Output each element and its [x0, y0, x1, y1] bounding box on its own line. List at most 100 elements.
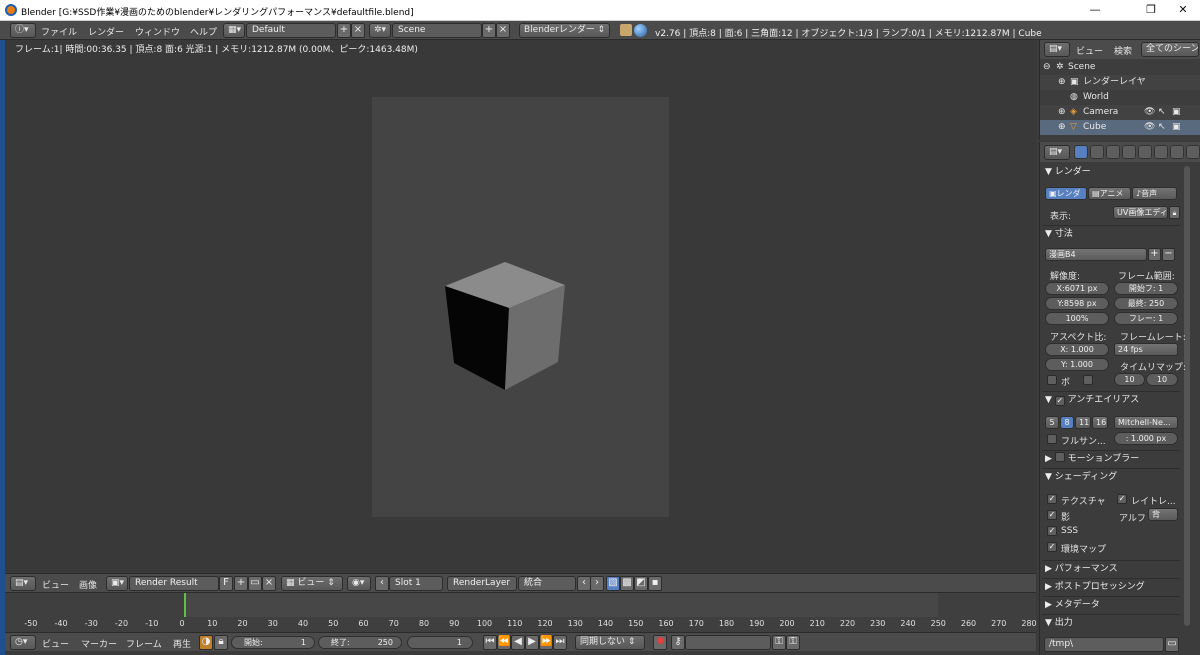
raytracing-checkbox[interactable]: ✓ [1117, 494, 1127, 504]
scene-tab-icon[interactable] [1106, 145, 1120, 159]
full-sample-checkbox[interactable] [1047, 434, 1057, 444]
filter-size-field[interactable]: : 1.000 px [1114, 432, 1178, 445]
aa-filter-dropdown[interactable]: Mitchell-Ne... [1114, 416, 1178, 429]
pass-next-button[interactable]: › [590, 576, 604, 591]
display-zbuffer-icon[interactable]: ◩ [634, 576, 648, 591]
add-scene-button[interactable]: + [482, 23, 496, 38]
lock-range-icon[interactable]: 🔒︎ [214, 635, 228, 650]
render-audio-button[interactable]: ♪音声 [1132, 187, 1177, 200]
keying-set-field[interactable] [685, 635, 771, 650]
outliner-item-scene[interactable]: ⊖ ✲ Scene [1040, 60, 1200, 75]
preview-range-icon[interactable]: ◑ [199, 635, 213, 650]
outliner-item-world[interactable]: ◍ World [1040, 90, 1200, 105]
render-preset-dropdown[interactable]: 漫画B4 [1045, 248, 1147, 261]
render-tab-icon[interactable] [1074, 145, 1088, 159]
aa-samples-5[interactable]: 5 [1045, 416, 1059, 429]
scene-selector-icon[interactable]: ✲▾ [369, 23, 391, 38]
play-button[interactable]: ▶ [525, 635, 539, 650]
image-browse-icon[interactable]: ▣▾ [106, 576, 128, 591]
display-channels-rgb-icon[interactable]: ▧ [606, 576, 620, 591]
camera-render-icon[interactable]: ▣ [1172, 120, 1181, 135]
eye-icon[interactable]: 👁︎ [1144, 120, 1155, 135]
menu-timeline-view[interactable]: ビュー [42, 637, 69, 650]
world-tab-icon[interactable] [1122, 145, 1136, 159]
render-button[interactable]: ▣レンダ [1045, 187, 1087, 200]
frame-start-field[interactable]: 開始: 1 [231, 636, 315, 649]
panel-render-header[interactable]: ▼ レンダー [1045, 164, 1181, 181]
aa-samples-16[interactable]: 16 [1092, 416, 1108, 429]
open-image-icon[interactable]: ▭ [248, 576, 262, 591]
render-layers-tab-icon[interactable] [1090, 145, 1104, 159]
panel-metadata-header[interactable]: ▶ メタデータ [1045, 597, 1181, 614]
menu-file[interactable]: ファイル [41, 25, 77, 38]
add-screen-button[interactable]: + [337, 23, 351, 38]
panel-antialiasing-header[interactable]: ▼ ✓ アンチエイリアス [1045, 392, 1181, 409]
draw-mode-dropdown[interactable]: ▦ ビュー ⇕ [281, 576, 343, 591]
browse-folder-icon[interactable]: ▭ [1165, 637, 1179, 652]
panel-motion-blur-header[interactable]: ▶ モーションブラー [1045, 451, 1181, 468]
time-remap-new-field[interactable]: 10 [1146, 373, 1178, 386]
constraints-tab-icon[interactable] [1154, 145, 1168, 159]
play-reverse-button[interactable]: ◀ [511, 635, 525, 650]
aa-samples-8[interactable]: 8 [1060, 416, 1074, 429]
render-engine-dropdown[interactable]: Blenderレンダー ⇕ [519, 23, 610, 38]
resolution-x-field[interactable]: X:6071 px [1045, 282, 1109, 295]
unlink-image-button[interactable]: × [262, 576, 276, 591]
screen-layout-field[interactable]: Default [246, 23, 336, 38]
current-frame-cursor[interactable] [184, 593, 187, 617]
eye-icon[interactable]: 👁︎ [1144, 105, 1155, 120]
jump-end-button[interactable]: ⏭ [553, 635, 567, 650]
cursor-icon[interactable]: ↖ [1158, 105, 1166, 120]
render-animation-button[interactable]: ▤アニメ [1088, 187, 1131, 200]
menu-image-view[interactable]: ビュー [42, 578, 69, 591]
remove-scene-button[interactable]: × [496, 23, 510, 38]
object-tab-icon[interactable] [1138, 145, 1152, 159]
add-preset-button[interactable]: + [1148, 248, 1161, 261]
remove-screen-button[interactable]: × [351, 23, 365, 38]
frame-step-property[interactable]: フレー: 1 [1114, 312, 1178, 325]
display-alpha-icon[interactable]: ▩ [620, 576, 634, 591]
antialiasing-checkbox[interactable]: ✓ [1054, 396, 1065, 406]
aspect-y-field[interactable]: Y: 1.000 [1045, 358, 1109, 371]
frame-end-field[interactable]: 終了: 250 [318, 636, 402, 649]
textures-checkbox[interactable]: ✓ [1047, 494, 1057, 504]
keying-set-icon[interactable]: ⚷ [671, 635, 685, 650]
display-red-icon[interactable]: ▪ [648, 576, 662, 591]
editor-type-timeline-button[interactable]: ◷▾ [10, 635, 36, 650]
outliner-item-camera[interactable]: ⊕ ◈ Camera 👁︎ ↖ ▣ [1040, 105, 1200, 120]
panel-output-header[interactable]: ▼ 出力 [1045, 615, 1181, 632]
jump-start-button[interactable]: ⏮ [483, 635, 497, 650]
frame-start-property[interactable]: 開始フ: 1 [1114, 282, 1178, 295]
new-image-button[interactable]: + [234, 576, 248, 591]
jump-keyframe-back-button[interactable]: ⏪ [497, 635, 511, 650]
display-mode-dropdown[interactable]: UV画像エディ [1113, 206, 1168, 219]
aspect-x-field[interactable]: X: 1.000 [1045, 343, 1109, 356]
panel-dimensions-header[interactable]: ▼ 寸法 [1045, 226, 1181, 243]
menu-outliner-search[interactable]: 検索 [1114, 44, 1132, 57]
camera-render-icon[interactable]: ▣ [1172, 105, 1181, 120]
remove-preset-button[interactable]: − [1162, 248, 1175, 261]
sync-mode-dropdown[interactable]: 同期しない ⇕ [575, 635, 645, 650]
environment-map-checkbox[interactable]: ✓ [1047, 542, 1057, 552]
render-layer-dropdown[interactable]: RenderLayer [447, 576, 517, 591]
panel-performance-header[interactable]: ▶ パフォーマンス [1045, 561, 1181, 578]
resolution-percentage-field[interactable]: 100% [1045, 312, 1109, 325]
time-remap-old-field[interactable]: 10 [1114, 373, 1145, 386]
outliner-item-cube[interactable]: ⊕ ▽ Cube 👁︎ ↖ ▣ [1040, 120, 1200, 135]
menu-frame[interactable]: フレーム [126, 637, 162, 650]
close-button[interactable]: ✕ [1168, 2, 1198, 18]
border-checkbox[interactable] [1047, 375, 1057, 385]
record-button[interactable] [653, 635, 667, 650]
jump-keyframe-forward-button[interactable]: ⏩ [539, 635, 553, 650]
sss-checkbox[interactable]: ✓ [1047, 526, 1057, 536]
slot-field[interactable]: Slot 1 [389, 576, 443, 591]
menu-outliner-view[interactable]: ビュー [1076, 44, 1103, 57]
aa-samples-11[interactable]: 11 [1075, 416, 1091, 429]
alpha-mode-dropdown[interactable]: 背 [1148, 508, 1178, 521]
cursor-icon[interactable]: ↖ [1158, 120, 1166, 135]
menu-image[interactable]: 画像 [79, 578, 97, 591]
screen-layout-icon[interactable]: ▦▾ [223, 23, 245, 38]
shadows-checkbox[interactable]: ✓ [1047, 510, 1057, 520]
timeline[interactable]: -50 -40 -30 -20 -10 0 10 20 30 40 50 60 70 80 90 100 110… [5, 592, 1037, 632]
menu-playback[interactable]: 再生 [173, 637, 191, 650]
